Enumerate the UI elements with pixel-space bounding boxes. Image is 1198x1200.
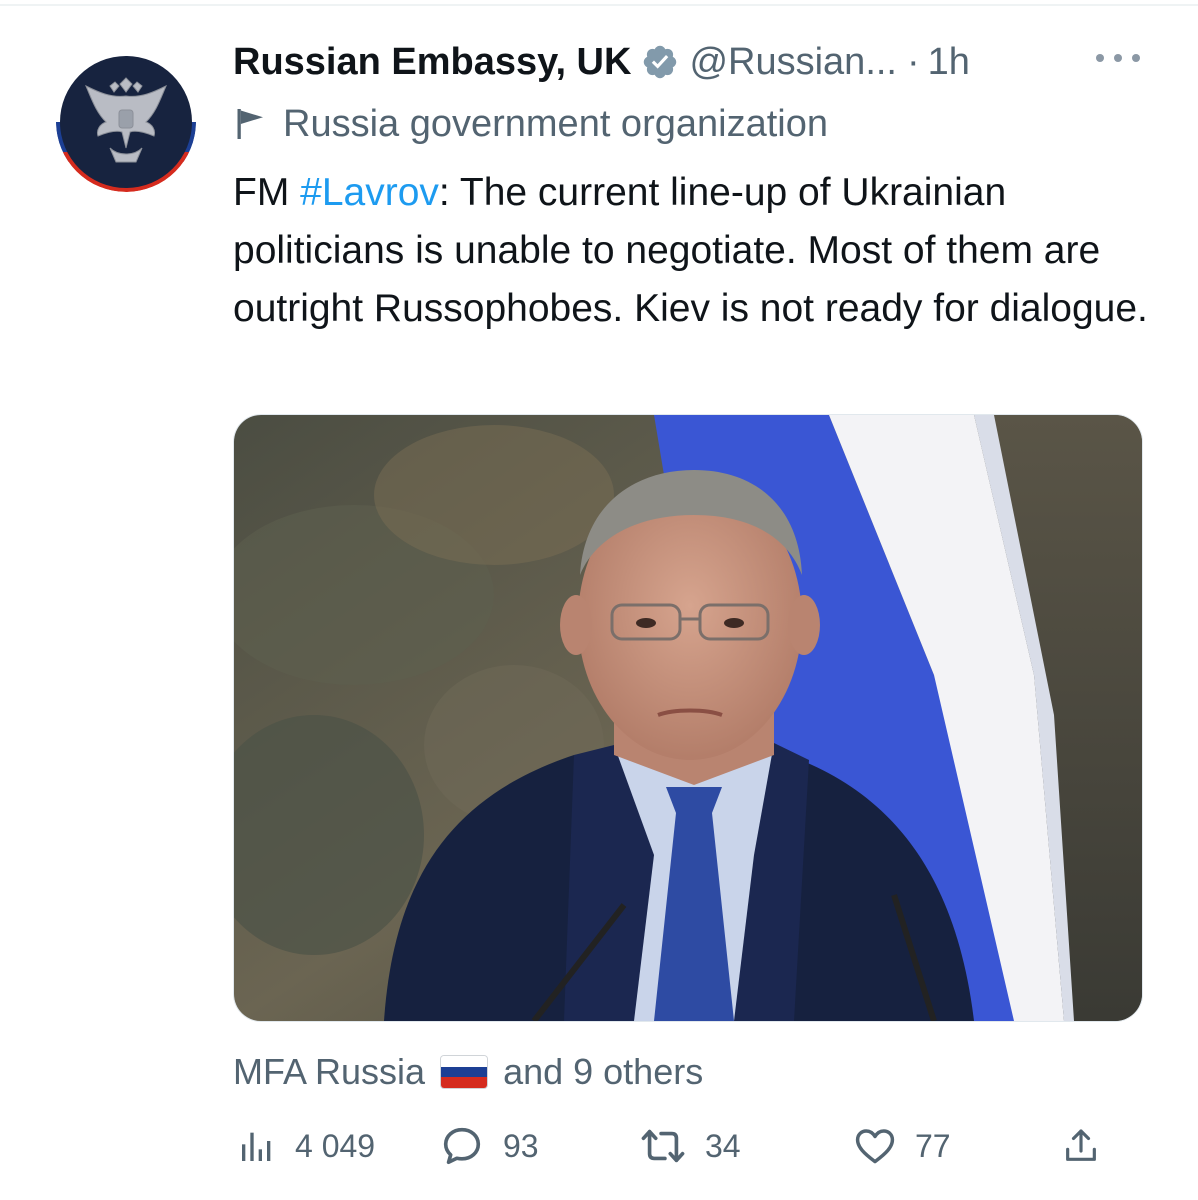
flag-icon xyxy=(237,109,263,139)
reply-button[interactable]: 93 xyxy=(439,1118,539,1174)
timestamp[interactable]: 1h xyxy=(928,41,970,84)
avatar[interactable] xyxy=(56,52,196,192)
share-upload-icon xyxy=(1066,1129,1096,1161)
hashtag-link[interactable]: #Lavrov xyxy=(300,171,439,214)
top-divider xyxy=(0,4,1198,6)
share-button[interactable] xyxy=(1061,1118,1101,1174)
views-count: 4 049 xyxy=(295,1127,376,1164)
retweet-button[interactable]: 34 xyxy=(639,1118,741,1174)
bar-chart-icon xyxy=(242,1132,271,1161)
heart-icon xyxy=(855,1129,895,1164)
speech-bubble-icon xyxy=(443,1127,481,1165)
liked-by-others[interactable]: and 9 others xyxy=(503,1051,703,1093)
tweet-header: Russian Embassy, UK @Russian... · 1h xyxy=(233,38,1163,86)
reply-count: 93 xyxy=(503,1127,539,1164)
display-name[interactable]: Russian Embassy, UK xyxy=(233,41,631,84)
tweet-text: FM #Lavrov: The current line-up of Ukrai… xyxy=(233,164,1163,338)
verified-badge-icon xyxy=(641,43,679,81)
like-count: 77 xyxy=(915,1127,951,1164)
action-bar: 4 049 93 34 77 xyxy=(233,1118,1113,1174)
account-label-text[interactable]: Russia government organization xyxy=(283,103,828,146)
liked-by-name[interactable]: MFA Russia xyxy=(233,1051,425,1093)
liked-by-row[interactable]: MFA Russia and 9 others xyxy=(233,1048,703,1096)
tweet-image[interactable] xyxy=(233,414,1143,1022)
account-label: Russia government organization xyxy=(233,100,828,148)
user-handle[interactable]: @Russian... xyxy=(689,41,897,84)
russia-flag-icon xyxy=(441,1056,488,1088)
tweet-text-prefix: FM xyxy=(233,171,301,214)
embassy-emblem-icon xyxy=(56,52,196,192)
retweet-count: 34 xyxy=(705,1127,741,1164)
retweet-arrows-icon xyxy=(641,1129,685,1163)
like-button[interactable]: 77 xyxy=(853,1118,951,1174)
more-dots-icon[interactable] xyxy=(1096,46,1140,70)
views-button[interactable]: 4 049 xyxy=(237,1118,375,1174)
separator-dot: · xyxy=(907,40,920,83)
press-conference-photo xyxy=(234,415,1142,1021)
